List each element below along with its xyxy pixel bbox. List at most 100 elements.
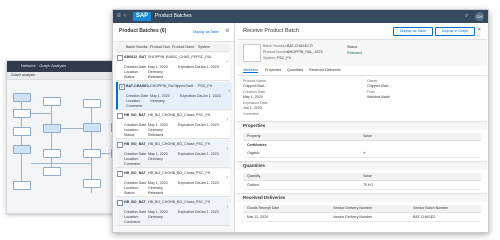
batch-number: HB_BO_BAT_CHASEL3 — [124, 200, 148, 204]
graph-node[interactable] — [13, 109, 31, 118]
graph-node[interactable] — [43, 97, 61, 106]
graph-node[interactable] — [43, 167, 61, 176]
batch-number: HB_BO_BAT_CHASEL_M — [124, 113, 148, 117]
list-item[interactable]: HB_BO_BAT_CHASEL_MHB_BO_CHOPPIN_BL_AFT2H… — [116, 111, 230, 139]
product-name-label: Product Name — [243, 79, 266, 83]
attr-label: Location: — [126, 99, 141, 103]
attr-value: Jan 1, 2023 — [200, 123, 219, 127]
batch-detail-pane: Receive Product Batch Display as Table D… — [237, 23, 487, 232]
attr-label: Expiration Date: — [178, 123, 200, 127]
attr-value: Jan 1, 2023 — [200, 210, 219, 214]
list-item[interactable]: HB_BO_BAT_CHASEL3HB_BO_CHOPPIN_BL_AFT2HB… — [116, 198, 230, 226]
product-name: HB_BO_Chase_Pass_Beg — [170, 142, 196, 146]
attr-value: Released — [148, 75, 164, 79]
back-icon[interactable]: ‹ — [124, 13, 130, 19]
attr-label: Location: — [124, 157, 139, 161]
product-name: Chipped Batt... — [172, 84, 196, 88]
avatar[interactable]: CH — [475, 12, 484, 21]
chevron-right-icon[interactable]: › — [226, 175, 228, 181]
row-checkbox[interactable] — [117, 55, 123, 61]
deliveries-section-header: Received Deliveries — [237, 193, 487, 202]
column-header: Batch Number — [126, 45, 148, 49]
properties-table-header: Property Value — [243, 133, 481, 141]
column-header: Product Name — [172, 45, 194, 49]
system-label: System: — [263, 56, 276, 60]
graph-node[interactable] — [13, 127, 31, 136]
list-item[interactable]: HB_BO_BAT_CHASEL2HB_BO_CHOPPIN_BL_AFT2HB… — [116, 169, 230, 197]
tab-received-deliveries[interactable]: Received Deliveries — [309, 68, 341, 72]
product-number: HB_BO_CHOPPIN_BL_AFT2 — [148, 171, 170, 175]
attr-label: Expiration Date: — [180, 94, 202, 98]
chevron-right-icon[interactable]: › — [226, 117, 228, 123]
column-header: Vendor Delivery Number — [333, 206, 373, 210]
system: PSC_FH — [196, 171, 211, 175]
app-title[interactable]: Product Batches — [155, 12, 192, 21]
graph-node[interactable] — [43, 149, 61, 158]
attr-label: Creation Date: — [124, 152, 146, 156]
expiration-date-label: Expiration Date — [243, 101, 268, 105]
display-in-graph-button[interactable]: Display in Graph — [435, 27, 475, 36]
list-title: Product Batches (6) — [119, 28, 167, 34]
column-header: Vendor Batch Number — [413, 206, 449, 210]
quantities-title: Quantities — [243, 163, 266, 168]
main-window: ≡ ‹ SAP Product Batches ⌕ CH Product Bat… — [112, 9, 489, 233]
display-as-table-button[interactable]: Display as Table — [393, 27, 433, 36]
attr-label: Comment: — [124, 162, 141, 166]
row-checkbox[interactable] — [117, 200, 123, 206]
graph-node[interactable] — [83, 123, 101, 132]
system: PSC_FH — [196, 200, 211, 204]
table-row[interactable]: Organic ✔ — [243, 149, 481, 158]
column-header: Value — [363, 134, 372, 138]
owner-label: Owner — [367, 79, 378, 83]
column-header: Product Number — [150, 45, 170, 49]
graph-node[interactable] — [13, 145, 31, 154]
row-checkbox[interactable] — [117, 113, 123, 119]
row-checkbox[interactable] — [117, 142, 123, 148]
menu-icon[interactable]: ≡ — [117, 13, 123, 19]
table-row[interactable]: Mar 12, 2020 Vendor Delivery Number BAT-… — [243, 213, 481, 222]
attr-label: Comment: — [124, 220, 141, 224]
row-checkbox[interactable] — [117, 171, 123, 177]
product-number: HB_BO_CHOPPIN_BL_AFT2 — [148, 113, 170, 117]
list-item[interactable]: AB0812_BAT_CHASE_PASHOPPIN_BAL_AFTRABC_C… — [116, 53, 230, 81]
attr-label: Expiration Date: — [178, 152, 200, 156]
chevron-right-icon[interactable]: › — [226, 204, 228, 210]
table-row[interactable]: Gallons 75 KG — [243, 181, 481, 190]
settings-icon[interactable]: ⚙ — [225, 28, 229, 34]
properties-section-header: Properties — [237, 121, 487, 130]
attr-value: May 1, 2020 — [148, 65, 168, 69]
deliveries-table-header: Goods Receipt Date Vendor Delivery Numbe… — [243, 205, 481, 213]
tab-bar: Attributes Properties Quantities Receive… — [237, 66, 487, 76]
close-icon[interactable]: ✕ — [477, 27, 481, 33]
from-value: Walldorf-Batch — [367, 95, 391, 99]
attr-value: Germany — [148, 186, 163, 190]
graph-node[interactable] — [83, 149, 101, 158]
tab-attributes[interactable]: Attributes — [243, 68, 259, 73]
graph-node[interactable] — [83, 99, 101, 108]
product-name-value: Chipped Batt... — [243, 84, 267, 88]
row-checkbox[interactable]: ✔ — [119, 84, 125, 90]
list-item[interactable]: HB_BO_BAT_CHASELHB_BO_CHOPPIN_BL_AFT2HB_… — [116, 140, 230, 168]
chevron-right-icon[interactable]: › — [228, 88, 230, 94]
attr-value: Germany — [148, 215, 163, 219]
attr-value: Germany — [148, 128, 163, 132]
background-window-title: Network · Graph Analysis — [21, 63, 67, 68]
from-label: From — [367, 90, 376, 94]
display-as-table-button[interactable]: Display as Table — [189, 28, 223, 37]
system: PSC_FH — [196, 142, 211, 146]
graph-node[interactable] — [13, 181, 31, 190]
search-icon[interactable]: ⌕ — [465, 13, 471, 19]
attr-value: Released — [148, 133, 164, 137]
graph-node[interactable] — [13, 93, 31, 102]
chevron-right-icon[interactable]: › — [226, 146, 228, 152]
property-name: Organic — [247, 151, 260, 155]
graph-node[interactable] — [83, 179, 101, 188]
list-item[interactable]: BAT-CHASE2-RCHOPPIN_RAL_JATSChipped Batt… — [116, 82, 232, 110]
status-badge: Released — [347, 51, 363, 55]
column-header: Quantity — [247, 174, 261, 178]
chevron-right-icon[interactable]: › — [226, 59, 228, 65]
tab-quantities[interactable]: Quantities — [287, 68, 303, 72]
tab-properties[interactable]: Properties — [265, 68, 281, 72]
sap-logo: SAP — [133, 12, 151, 21]
graph-node[interactable] — [43, 124, 61, 133]
